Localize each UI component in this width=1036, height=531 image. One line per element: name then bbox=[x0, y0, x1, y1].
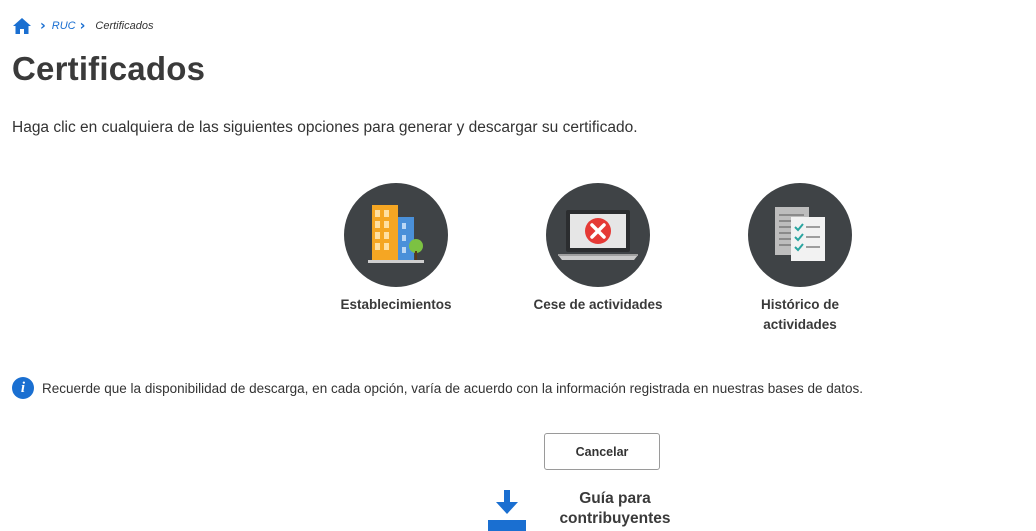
chevron-right-icon: › bbox=[79, 18, 86, 34]
option-label-line1: Histórico de bbox=[760, 297, 839, 312]
chevron-right-icon: › bbox=[40, 18, 46, 34]
option-circle bbox=[748, 183, 852, 287]
guide-label: Guía para contribuyentes bbox=[550, 489, 680, 529]
cancel-button[interactable]: Cancelar bbox=[544, 433, 660, 470]
breadcrumb-item-certificados: Certificados bbox=[95, 20, 154, 32]
guide-label-line1: Guía para bbox=[579, 490, 651, 507]
buildings-icon bbox=[368, 205, 424, 263]
option-circle bbox=[344, 183, 448, 287]
option-historico-actividades[interactable]: Histórico de actividades bbox=[715, 183, 885, 335]
breadcrumb: › RUC › Certificados bbox=[12, 16, 153, 36]
page-title: Certificados bbox=[12, 50, 206, 87]
home-icon[interactable] bbox=[12, 17, 32, 35]
guide-label-line2: contribuyentes bbox=[559, 510, 671, 527]
certificates-page: › RUC › Certificados Certificados Haga c… bbox=[0, 0, 1036, 531]
option-label: Cese de actividades bbox=[533, 297, 663, 312]
instruction-text: Haga clic en cualquiera de las siguiente… bbox=[12, 119, 638, 136]
laptop-cancel-icon bbox=[558, 210, 638, 260]
option-label: Histórico de actividades bbox=[715, 295, 885, 335]
breadcrumb-item-ruc[interactable]: RUC bbox=[52, 20, 76, 32]
download-notice: i Recuerde que la disponibilidad de desc… bbox=[12, 377, 863, 399]
guide-download-link[interactable]: Guía para contribuyentes bbox=[486, 486, 706, 531]
document-checklist-icon bbox=[775, 207, 825, 261]
download-icon bbox=[486, 490, 530, 531]
option-label: Establecimientos bbox=[340, 297, 452, 312]
option-circle bbox=[546, 183, 650, 287]
option-cese-actividades[interactable]: Cese de actividades bbox=[513, 183, 683, 315]
option-establecimientos[interactable]: Establecimientos bbox=[311, 183, 481, 315]
info-icon: i bbox=[12, 377, 34, 399]
certificate-options: Establecimientos Cese de actividades His… bbox=[0, 183, 1036, 343]
option-label-line2: actividades bbox=[763, 317, 837, 332]
notice-text: Recuerde que la disponibilidad de descar… bbox=[42, 380, 864, 396]
